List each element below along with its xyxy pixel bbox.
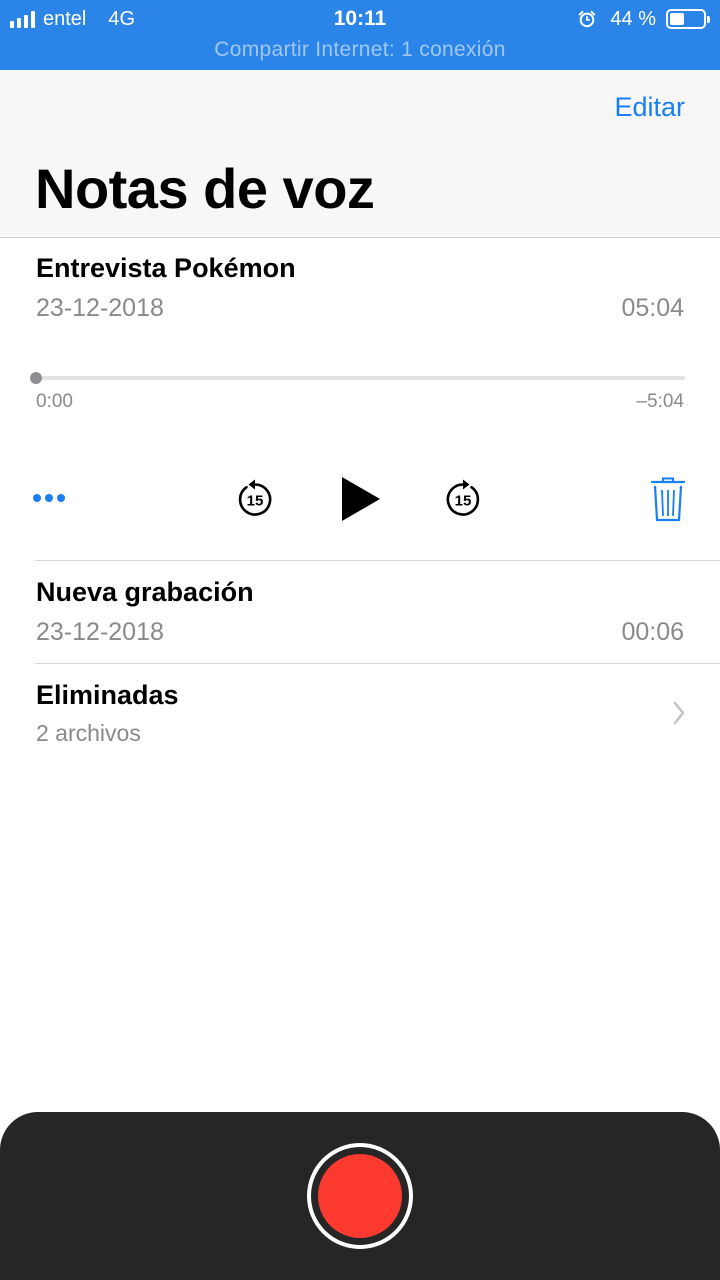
battery-icon [666,9,710,29]
list-divider [35,560,720,561]
recording-title[interactable]: Entrevista Pokémon [36,253,296,284]
edit-button[interactable]: Editar [614,92,685,123]
alarm-icon [579,10,596,28]
skip-forward-15-icon[interactable]: 15 [442,476,484,520]
trash-icon[interactable] [650,476,686,522]
recording-date: 23-12-2018 [36,618,164,646]
skip-back-15-icon[interactable]: 15 [234,476,276,520]
record-icon[interactable] [318,1154,402,1238]
navigation-header: Editar Notas de voz [0,70,720,238]
battery-percentage: 44 % [610,7,656,30]
skip-back-seconds: 15 [247,493,264,510]
chevron-right-icon[interactable] [672,700,686,726]
elapsed-time: 0:00 [36,391,73,412]
hotspot-banner[interactable]: Compartir Internet: 1 conexión [0,38,720,62]
more-icon[interactable] [33,486,73,510]
recording-duration: 05:04 [621,294,684,322]
recording-duration: 00:06 [621,618,684,646]
deleted-folder-title[interactable]: Eliminadas [36,680,179,711]
record-button[interactable] [307,1143,413,1249]
skip-forward-seconds: 15 [455,493,472,510]
deleted-folder-count: 2 archivos [36,720,141,746]
battery-fill [670,13,684,25]
recording-title[interactable]: Nueva grabación [36,577,254,608]
status-right: 44 % [578,6,710,32]
play-icon[interactable] [338,474,384,524]
list-divider [35,663,720,664]
status-bar: entel 4G 10:11 44 % Compartir Internet: … [0,0,720,70]
playback-scrubber-knob[interactable] [30,372,42,384]
remaining-time: –5:04 [636,391,684,412]
recording-date: 23-12-2018 [36,294,164,322]
playback-scrubber-track[interactable] [36,376,685,380]
page-title: Notas de voz [35,157,375,220]
